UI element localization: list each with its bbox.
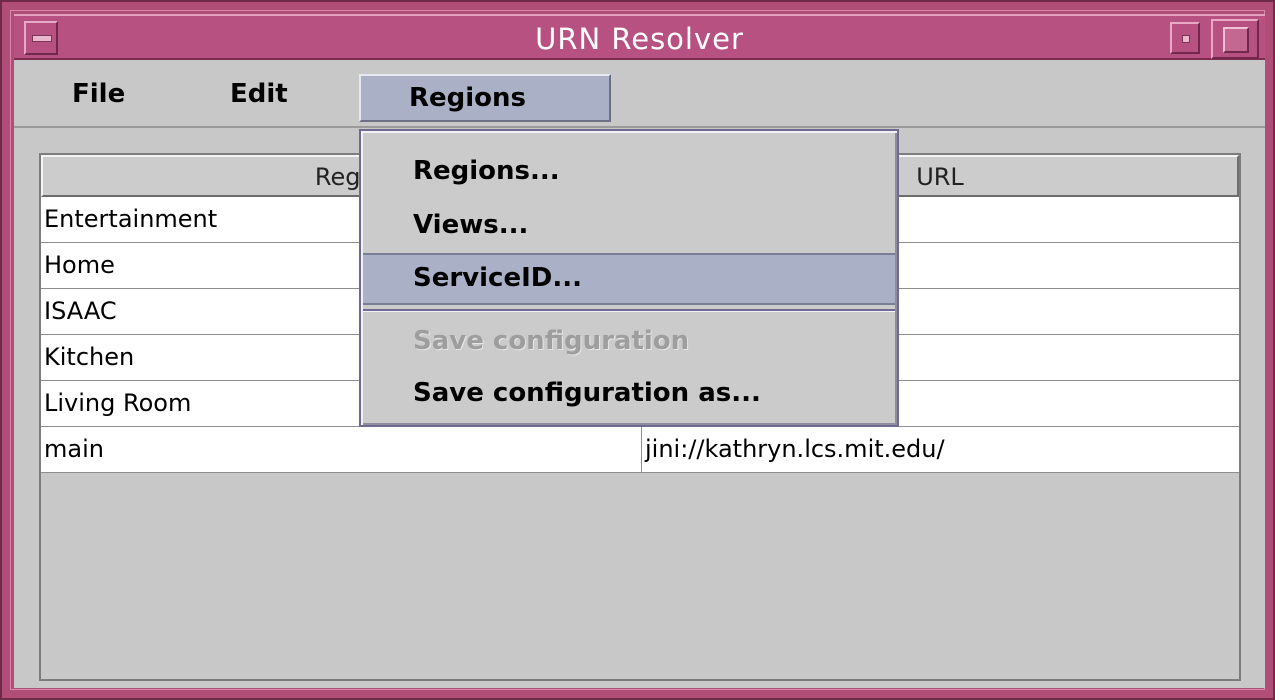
maximize-button[interactable] xyxy=(1211,19,1259,59)
menu-item-save-configuration-as[interactable]: Save configuration as... xyxy=(363,367,895,419)
table-row[interactable]: main jini://kathryn.lcs.mit.edu/ xyxy=(41,427,1239,473)
menu-item-serviceid[interactable]: ServiceID... xyxy=(363,253,895,305)
minimize-button[interactable] xyxy=(1170,22,1200,54)
menu-regions[interactable]: Regions xyxy=(359,74,611,122)
window-menu-button[interactable] xyxy=(24,21,58,55)
menu-item-save-configuration: Save configuration xyxy=(413,326,690,356)
url-cell: jini://kathryn.lcs.mit.edu/ xyxy=(641,427,1239,472)
menu-separator xyxy=(363,309,895,312)
maximize-icon xyxy=(1223,27,1249,53)
window-title: URN Resolver xyxy=(535,22,744,56)
menu-bar: File Edit Regions xyxy=(14,60,1265,128)
title-bar[interactable]: URN Resolver xyxy=(14,14,1265,60)
region-cell: main xyxy=(44,435,104,463)
minimize-icon xyxy=(1182,35,1190,43)
menu-item-regions[interactable]: Regions... xyxy=(363,145,895,197)
window-menu-icon xyxy=(32,35,52,42)
menu-edit[interactable]: Edit xyxy=(218,70,300,118)
regions-dropdown-menu: Regions... Views... ServiceID... Save co… xyxy=(359,129,899,427)
menu-file[interactable]: File xyxy=(60,70,137,118)
window-frame: URN Resolver File Edit Regions Regi URL … xyxy=(0,0,1275,700)
menu-item-views[interactable]: Views... xyxy=(363,199,895,251)
